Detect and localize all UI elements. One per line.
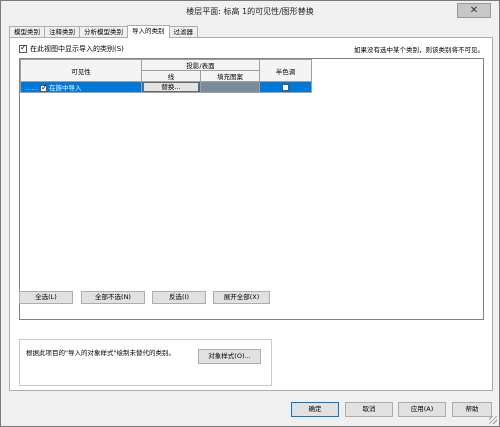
- categories-grid[interactable]: 可见性 投影/表面 半色调 线 填充图案 …… 在族中导入 替换...: [19, 58, 484, 320]
- line-override-cell[interactable]: 替换...: [141, 81, 201, 93]
- invert-selection-button[interactable]: 反选(I): [152, 291, 206, 304]
- category-cell[interactable]: …… 在族中导入: [20, 81, 142, 93]
- select-all-button[interactable]: 全选(L): [19, 291, 73, 304]
- close-icon: ✕: [469, 5, 479, 16]
- fill-pattern-cell[interactable]: [200, 81, 260, 93]
- column-header-fill-pattern[interactable]: 填充图案: [200, 70, 260, 82]
- visibility-graphics-dialog: 楼层平面: 标高 1的可见性/图形替换 ✕ 模型类别 注释类别 分析模型类别 导…: [0, 0, 500, 427]
- object-style-description: 根据此项目的"导入的对象样式"绘制未替代的类别。: [26, 349, 175, 357]
- column-header-halftone[interactable]: 半色调: [259, 59, 312, 82]
- line-override-button[interactable]: 替换...: [143, 82, 199, 92]
- imported-categories-panel: 在此视图中显示导入的类别(S) 如果没有选中某个类别，则该类别将不可见。 可见性…: [9, 37, 493, 391]
- column-header-line[interactable]: 线: [141, 70, 201, 82]
- category-visible-checkbox[interactable]: [40, 83, 48, 92]
- halftone-checkbox[interactable]: [282, 83, 289, 91]
- object-style-group: 根据此项目的"导入的对象样式"绘制未替代的类别。 对象样式(O)...: [19, 339, 272, 386]
- tree-expander-icon: ……: [25, 84, 38, 92]
- column-header-projection-surface: 投影/表面: [141, 59, 260, 71]
- dialog-title: 楼层平面: 标高 1的可见性/图形替换: [186, 7, 314, 16]
- show-imported-categories-label: 在此视图中显示导入的类别(S): [30, 45, 124, 53]
- show-imported-categories-checkbox[interactable]: [19, 43, 27, 53]
- visibility-hint: 如果没有选中某个类别，则该类别将不可见。: [354, 46, 484, 54]
- halftone-cell[interactable]: [259, 81, 312, 93]
- help-button[interactable]: 帮助: [452, 402, 492, 417]
- show-imported-categories-row[interactable]: 在此视图中显示导入的类别(S): [19, 43, 124, 54]
- category-name: 在族中导入: [49, 84, 82, 92]
- cancel-button[interactable]: 取消: [345, 402, 393, 417]
- close-button[interactable]: ✕: [457, 3, 491, 18]
- resize-grip-icon[interactable]: [489, 416, 497, 424]
- object-styles-button[interactable]: 对象样式(O)...: [198, 349, 261, 364]
- column-header-visibility[interactable]: 可见性: [20, 59, 142, 82]
- tab-imported-categories[interactable]: 导入的类别: [127, 25, 170, 38]
- table-row[interactable]: …… 在族中导入 替换...: [20, 81, 312, 93]
- apply-button[interactable]: 应用(A): [398, 402, 446, 417]
- ok-button[interactable]: 确定: [291, 402, 339, 417]
- select-none-button[interactable]: 全部不选(N): [81, 291, 145, 304]
- expand-all-button[interactable]: 展开全部(X): [213, 291, 270, 304]
- title-bar: 楼层平面: 标高 1的可见性/图形替换 ✕: [1, 1, 499, 21]
